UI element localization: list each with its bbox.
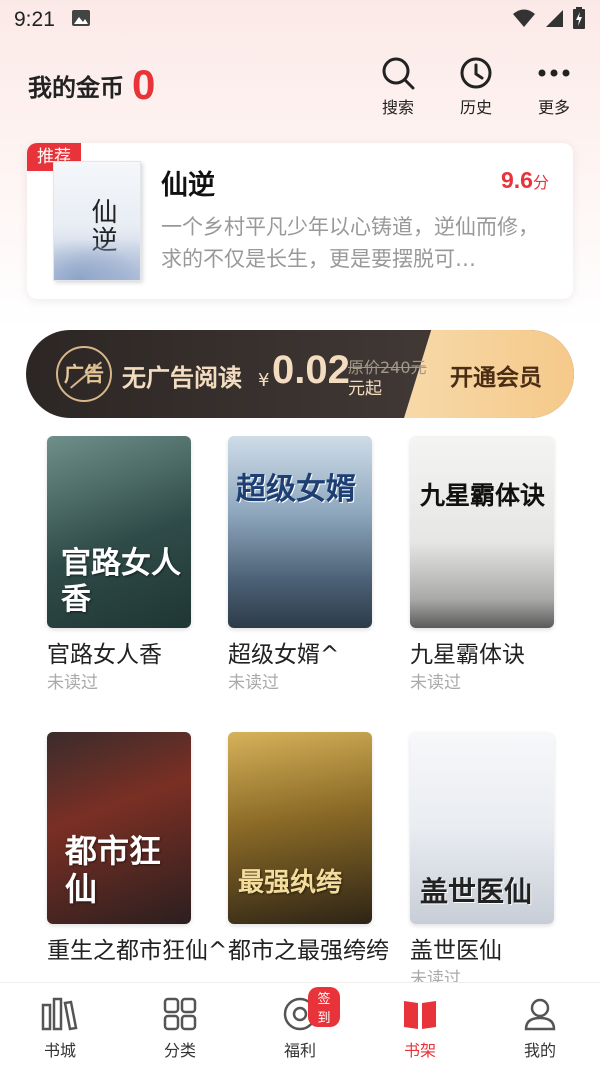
book-title: 超级女婿^ <box>228 642 340 668</box>
status-bar: 9:21 <box>0 0 600 40</box>
bottom-tab-bar: 书城 分类 签到 福利 书架 我的 <box>0 982 600 1067</box>
tab-label: 我的 <box>523 1041 556 1060</box>
tab-label: 书城 <box>43 1041 76 1060</box>
book-item[interactable]: 盖世医仙 盖世医仙 未读过 <box>410 732 556 990</box>
book-status: 未读过 <box>228 673 279 693</box>
signal-icon <box>544 8 564 33</box>
score-unit: 分 <box>532 173 549 192</box>
status-time: 9:21 <box>14 8 55 31</box>
profile-icon <box>524 998 556 1031</box>
vip-banner[interactable]: 广告 无广告阅读 ¥ 0.02 原价240元 元起 开通会员 <box>26 330 574 418</box>
tab-label: 分类 <box>163 1041 196 1060</box>
book-status: 未读过 <box>47 673 98 693</box>
book-item[interactable]: 超级女婿 超级女婿^ 未读过 <box>228 436 374 694</box>
image-notification-icon <box>71 8 91 32</box>
recommended-book-title: 仙逆 <box>161 170 215 201</box>
book-cover: 都市狂仙 <box>47 732 191 924</box>
my-coins[interactable]: 我的金币 0 <box>28 64 155 106</box>
tab-bookstore[interactable]: 书城 <box>20 997 100 1061</box>
book-item[interactable]: 九星霸体诀 九星霸体诀 未读过 <box>410 436 556 694</box>
battery-icon <box>572 6 586 34</box>
coins-count: 0 <box>132 61 156 108</box>
page-header: 我的金币 0 搜索 历史 更多 <box>0 52 600 122</box>
vip-price: 0.02 <box>272 348 350 392</box>
tab-label: 福利 <box>283 1041 316 1060</box>
book-cover: 盖世医仙 <box>410 732 554 924</box>
book-title: 重生之都市狂仙^ <box>47 938 228 964</box>
search-label: 搜索 <box>381 98 414 117</box>
search-button[interactable]: 搜索 <box>368 56 428 118</box>
tab-welfare[interactable]: 签到 福利 <box>260 987 340 1061</box>
tab-category[interactable]: 分类 <box>140 997 220 1061</box>
more-button[interactable]: 更多 <box>524 56 584 118</box>
no-ads-label: 无广告阅读 <box>122 364 242 392</box>
currency-symbol: ¥ <box>258 370 270 391</box>
book-title: 九星霸体诀 <box>410 642 525 668</box>
open-vip-button[interactable]: 开通会员 <box>450 358 542 392</box>
book-item[interactable]: 官路女人香 官路女人香 未读过 <box>47 436 193 694</box>
more-label: 更多 <box>537 98 570 117</box>
bookstore-icon <box>41 997 78 1031</box>
history-button[interactable]: 历史 <box>446 56 506 118</box>
book-description: 一个乡村平凡少年以心铸道，逆仙而修，求的不仅是长生，更是要摆脱可… <box>161 215 539 271</box>
price-suffix: 元起 <box>348 379 382 399</box>
book-score: 9.6分 <box>501 167 549 194</box>
sign-in-badge: 签到 <box>308 987 340 1027</box>
tab-label: 书架 <box>403 1041 436 1060</box>
category-icon <box>163 997 197 1031</box>
book-title: 官路女人香 <box>47 642 162 668</box>
history-label: 历史 <box>459 98 492 117</box>
tab-bookshelf[interactable]: 书架 <box>380 997 460 1061</box>
book-item[interactable]: 都市狂仙 重生之都市狂仙^ <box>47 732 228 968</box>
no-ads-icon: 广告 <box>56 346 112 402</box>
more-icon <box>538 69 570 77</box>
book-cover: 九星霸体诀 <box>410 436 554 628</box>
wifi-icon <box>512 8 536 33</box>
coins-label: 我的金币 <box>28 73 124 102</box>
book-status: 未读过 <box>410 673 461 693</box>
search-icon <box>382 57 415 90</box>
book-item[interactable]: 最强纨绔 都市之最强绔绔 <box>228 732 389 968</box>
clock-icon <box>460 57 492 89</box>
recommended-book-card[interactable]: 推荐 仙逆 仙逆 9.6分 一个乡村平凡少年以心铸道，逆仙而修，求的不仅是长生，… <box>27 143 573 299</box>
bookshelf-icon <box>404 1001 436 1029</box>
score-value: 9.6 <box>501 167 533 193</box>
book-cover: 超级女婿 <box>228 436 372 628</box>
book-title: 盖世医仙 <box>410 938 502 964</box>
book-cover: 最强纨绔 <box>228 732 372 924</box>
book-title: 都市之最强绔绔 <box>228 938 389 964</box>
recommended-book-cover: 仙逆 <box>53 161 141 281</box>
tab-profile[interactable]: 我的 <box>500 997 580 1061</box>
book-cover: 官路女人香 <box>47 436 191 628</box>
